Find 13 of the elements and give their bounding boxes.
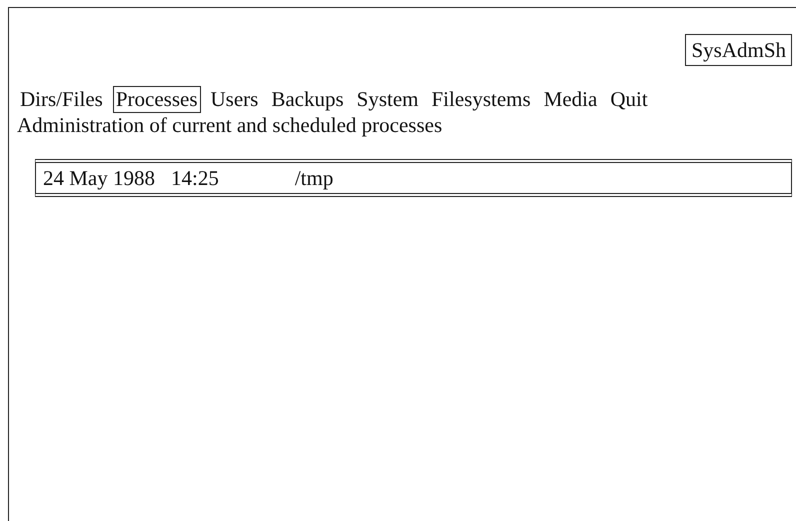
- menu-item[interactable]: Users: [208, 86, 262, 114]
- menu-item[interactable]: System: [354, 86, 422, 114]
- menu-description: Administration of current and scheduled processes: [17, 113, 444, 139]
- current-directory: /tmp: [294, 164, 334, 191]
- status-time: 14:25: [171, 164, 219, 191]
- menu-item[interactable]: Media: [540, 86, 600, 114]
- status-date: 24 May 1988: [43, 164, 155, 191]
- menu-item[interactable]: Backups: [268, 86, 347, 114]
- app-title: SysAdmSh: [685, 34, 792, 66]
- menu-item[interactable]: Filesystems: [428, 86, 534, 114]
- menu-item[interactable]: Quit: [607, 86, 651, 114]
- menu-item[interactable]: Processes: [112, 86, 200, 114]
- menu-item[interactable]: Dirs/Files: [17, 86, 106, 114]
